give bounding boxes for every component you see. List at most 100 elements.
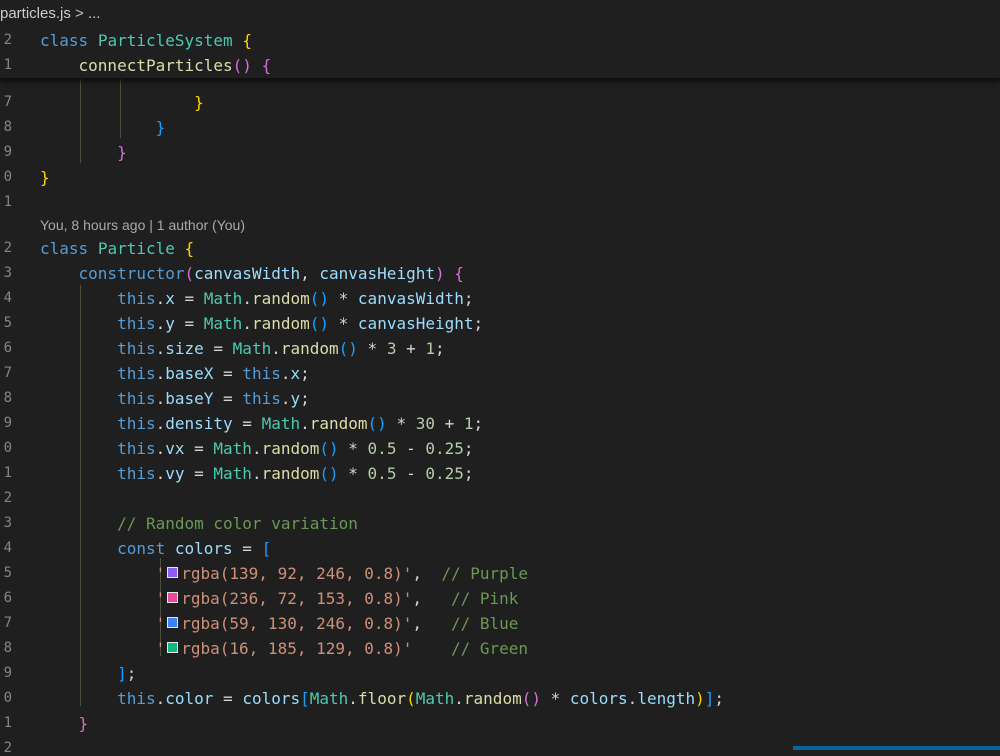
code-token: this [117, 339, 156, 358]
code-line[interactable]: } [40, 711, 89, 736]
breadcrumb-file[interactable]: particles.js [0, 5, 71, 22]
code-token: ' [155, 614, 166, 633]
code-token: ; [463, 289, 474, 308]
code-token: { [184, 239, 195, 258]
breadcrumb-more[interactable]: ... [88, 5, 101, 22]
code-token: - [396, 439, 426, 458]
code-token: () [319, 464, 339, 483]
code-token: . [251, 439, 262, 458]
code-token: . [155, 439, 166, 458]
code-token: . [155, 414, 166, 433]
code-token: . [155, 464, 166, 483]
code-token: canvasHeight [357, 314, 474, 333]
code-token: () [338, 339, 358, 358]
code-token: = [203, 339, 233, 358]
code-token: 0.5 [367, 439, 397, 458]
code-line[interactable]: this.baseX = this.x; [40, 361, 310, 386]
code-token: = [213, 689, 243, 708]
code-line[interactable]: this.color = colors[Math.floor(Math.rand… [40, 686, 724, 711]
code-token: . [300, 414, 310, 433]
code-line[interactable]: this.vx = Math.random() * 0.5 - 0.25; [40, 436, 473, 461]
code-token: , [412, 614, 451, 633]
code-token: this [117, 314, 156, 333]
code-line[interactable]: this.y = Math.random() * canvasHeight; [40, 311, 483, 336]
code-line[interactable]: constructor(canvasWidth, canvasHeight) { [40, 261, 464, 286]
code-token: Math [213, 439, 252, 458]
line-number: 7 [3, 615, 12, 631]
code-token: } [117, 143, 127, 162]
code-token: } [40, 168, 50, 187]
code-line[interactable]: this.x = Math.random() * canvasWidth; [40, 286, 474, 311]
code-token: this [117, 389, 156, 408]
code-token: } [194, 93, 204, 112]
code-line[interactable]: } [40, 165, 50, 190]
code-token: [ [300, 689, 310, 708]
color-swatch-icon[interactable] [167, 642, 179, 653]
code-line[interactable]: // Random color variation [40, 511, 358, 536]
code-token: * [338, 439, 368, 458]
code-token: connectParticles [78, 56, 233, 75]
code-line[interactable]: } [40, 115, 166, 140]
code-token: = [184, 464, 214, 483]
code-token: = [174, 289, 204, 308]
code-token: + [434, 414, 464, 433]
code-line[interactable]: this.vy = Math.random() * 0.5 - 0.25; [40, 461, 473, 486]
code-token: Math [203, 314, 243, 333]
line-number: 7 [3, 365, 12, 381]
code-line[interactable]: ' rgba(139, 92, 246, 0.8)', // Purple [40, 561, 528, 586]
code-token: Math [309, 689, 349, 708]
sticky-scroll-header[interactable]: 2 class ParticleSystem {1 connectParticle… [0, 28, 1000, 79]
git-blame-codelens[interactable]: You, 8 hours ago | 1 author (You) [40, 214, 245, 236]
code-token: . [251, 464, 262, 483]
color-swatch-icon[interactable] [167, 567, 179, 578]
code-line[interactable]: this.size = Math.random() * 3 + 1; [40, 336, 445, 361]
code-token: { [454, 264, 464, 283]
line-number: 9 [3, 144, 12, 160]
code-token: - [396, 464, 426, 483]
code-line[interactable]: this.baseY = this.y; [40, 386, 310, 411]
code-token: Math [203, 289, 243, 308]
code-line[interactable]: class Particle { [40, 236, 194, 261]
line-number: 7 [3, 94, 12, 110]
code-line[interactable]: connectParticles() { [40, 53, 272, 78]
code-line[interactable]: ' rgba(59, 130, 246, 0.8)', // Blue [40, 611, 519, 636]
code-line[interactable]: ]; [40, 661, 136, 686]
code-line[interactable]: ' rgba(236, 72, 153, 0.8)', // Pink [40, 586, 519, 611]
code-token: ; [473, 414, 484, 433]
line-number: 3 [3, 265, 12, 281]
line-number: 0 [3, 169, 12, 185]
code-token: vx [165, 439, 185, 458]
line-number: 2 [3, 490, 12, 506]
horizontal-scrollbar[interactable] [793, 746, 1000, 750]
code-line[interactable]: this.density = Math.random() * 30 + 1; [40, 411, 483, 436]
code-token: // Purple [441, 564, 529, 583]
code-line[interactable]: } [40, 90, 204, 115]
line-number: 1 [3, 194, 12, 210]
code-token: rgba(16, 185, 129, 0.8)' [181, 639, 413, 658]
line-number: 2 [3, 32, 12, 48]
breadcrumb: particles.js > ... [0, 0, 1000, 28]
code-token: = [232, 414, 262, 433]
code-token: , [300, 264, 320, 283]
code-line[interactable]: } [40, 140, 127, 165]
code-token: random [261, 439, 320, 458]
color-swatch-icon[interactable] [167, 617, 179, 628]
code-token: ' [155, 564, 166, 583]
code-line[interactable]: ' rgba(16, 185, 129, 0.8)' // Green [40, 636, 528, 661]
code-token: this [117, 414, 156, 433]
color-swatch-icon[interactable] [167, 592, 179, 603]
code-line[interactable]: const colors = [ [40, 536, 271, 561]
code-token: * [338, 464, 368, 483]
code-token: , [412, 589, 451, 608]
code-line[interactable]: class ParticleSystem { [40, 28, 252, 53]
code-token: 1 [463, 414, 474, 433]
